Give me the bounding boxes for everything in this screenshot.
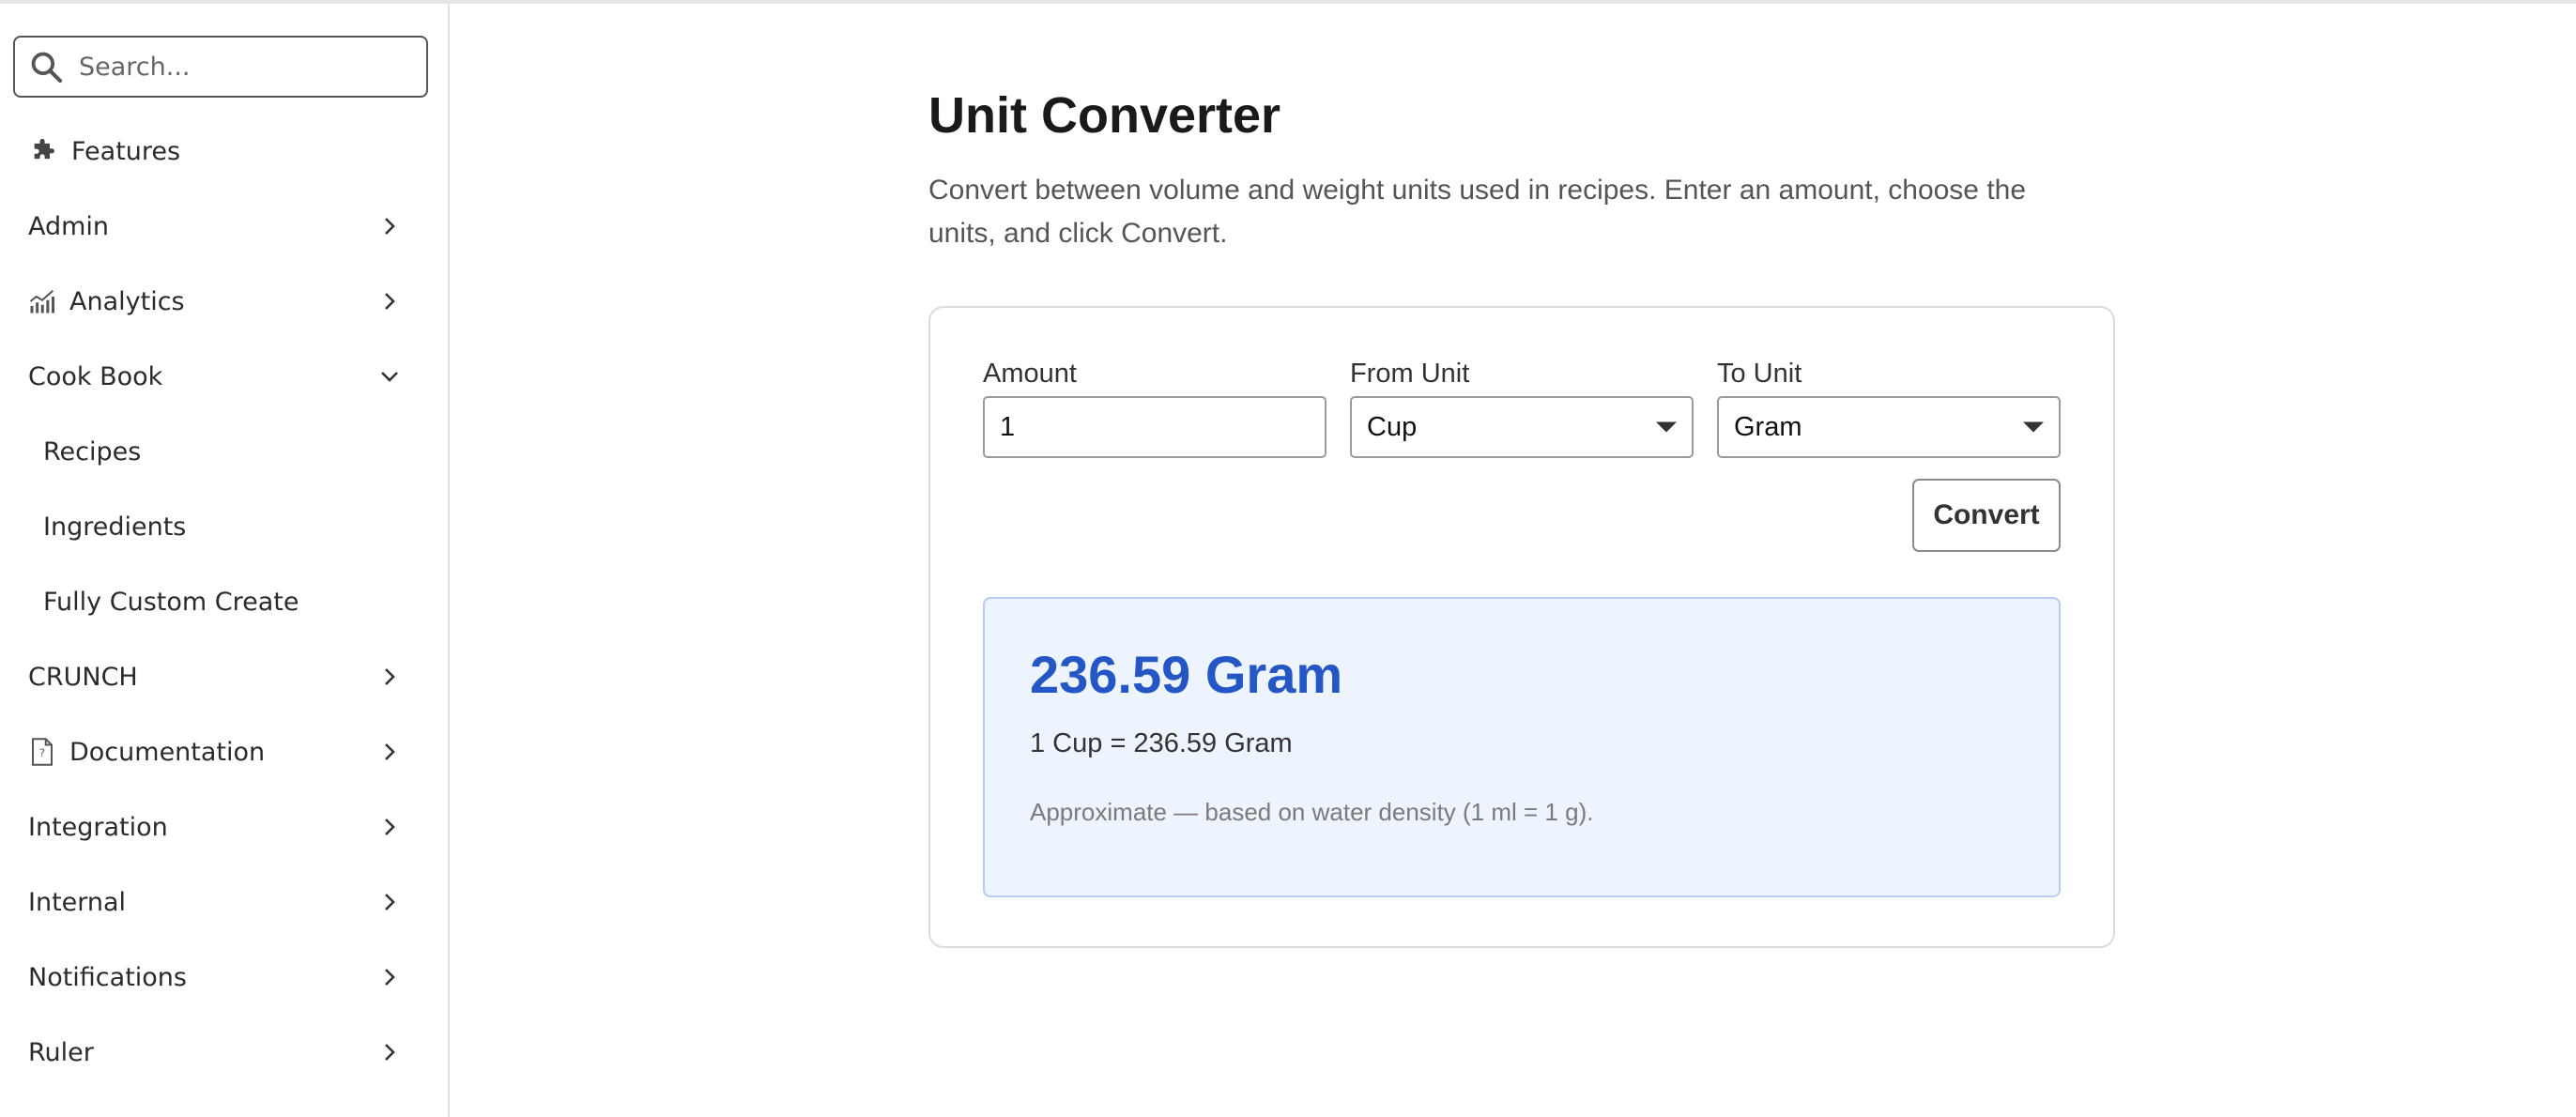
sidebar-item-label: Ruler [28,1037,94,1067]
sidebar-item-label: Notifications [28,962,187,992]
page-title: Unit Converter [928,87,1281,144]
sidebar-item-label: Ingredients [43,512,187,542]
chevron-right-icon [385,819,395,835]
to-unit-select[interactable]: Gram [1717,396,2061,458]
page-description: Convert between volume and weight units … [928,175,2027,249]
search-box[interactable] [13,36,428,98]
amount-label: Amount [983,359,1077,389]
sidebar-item-label: Fully Custom Create [43,587,299,617]
dropdown-arrow-icon [1656,421,1677,433]
result-panel: 236.59 Gram 1 Cup = 236.59 Gram Approxim… [983,597,2061,897]
result-headline: 236.59 Gram [1030,645,1343,704]
svg-text:?: ? [39,747,45,759]
convert-button[interactable]: Convert [1912,479,2061,552]
chevron-right-icon [385,1044,395,1061]
search-input[interactable] [77,51,419,83]
chart-icon [28,286,56,316]
chevron-right-icon [385,668,395,685]
chevron-right-icon [385,293,395,310]
dropdown-arrow-icon [2023,421,2044,433]
sidebar-item-fully-custom-create[interactable]: Fully Custom Create [0,574,448,630]
from-unit-label: From Unit [1350,359,1470,389]
sidebar-item-ruler[interactable]: Ruler [0,1024,448,1080]
chevron-down-icon [381,372,398,382]
puzzle-icon [28,136,58,166]
result-equation: 1 Cup = 236.59 Gram [1030,728,1293,758]
sidebar-item-features[interactable]: Features [0,123,448,179]
sidebar-item-internal[interactable]: Internal [0,874,448,930]
sidebar-item-label: CRUNCH [28,662,138,692]
sidebar-item-label: Integration [28,812,168,842]
sidebar-item-cook-book[interactable]: Cook Book [0,348,448,405]
sidebar-item-recipes[interactable]: Recipes [0,423,448,480]
document-icon: ? [28,737,56,767]
sidebar-item-integration[interactable]: Integration [0,799,448,855]
chevron-right-icon [385,743,395,760]
sidebar-item-label: Admin [28,211,110,241]
sidebar-item-analytics[interactable]: Analytics [0,273,448,329]
amount-value: 1 [1000,411,1016,442]
search-icon [31,52,63,84]
to-unit-value: Gram [1734,411,1802,442]
result-note: Approximate — based on water density (1 … [1030,798,1594,826]
chevron-right-icon [385,894,395,910]
sidebar-item-label: Recipes [43,436,142,467]
sidebar-item-label: Features [71,136,181,166]
from-unit-value: Cup [1367,411,1418,442]
sidebar-item-label: Cook Book [28,361,163,391]
from-unit-select[interactable]: Cup [1350,396,1694,458]
sidebar: Features Admin Analytics Cook Book Recip… [0,4,450,1117]
sidebar-item-documentation[interactable]: ? Documentation [0,724,448,780]
converter-card: Amount 1 From Unit Cup To Unit Gram Conv… [928,306,2115,948]
to-unit-label: To Unit [1717,359,1802,389]
chevron-right-icon [385,969,395,986]
amount-input[interactable]: 1 [983,396,1326,458]
chevron-right-icon [385,218,395,235]
sidebar-item-ingredients[interactable]: Ingredients [0,498,448,555]
sidebar-item-label: Analytics [69,286,185,316]
sidebar-item-notifications[interactable]: Notifications [0,949,448,1005]
sidebar-item-admin[interactable]: Admin [0,198,448,254]
sidebar-item-label: Documentation [69,737,266,767]
sidebar-item-crunch[interactable]: CRUNCH [0,649,448,705]
sidebar-item-label: Internal [28,887,127,917]
